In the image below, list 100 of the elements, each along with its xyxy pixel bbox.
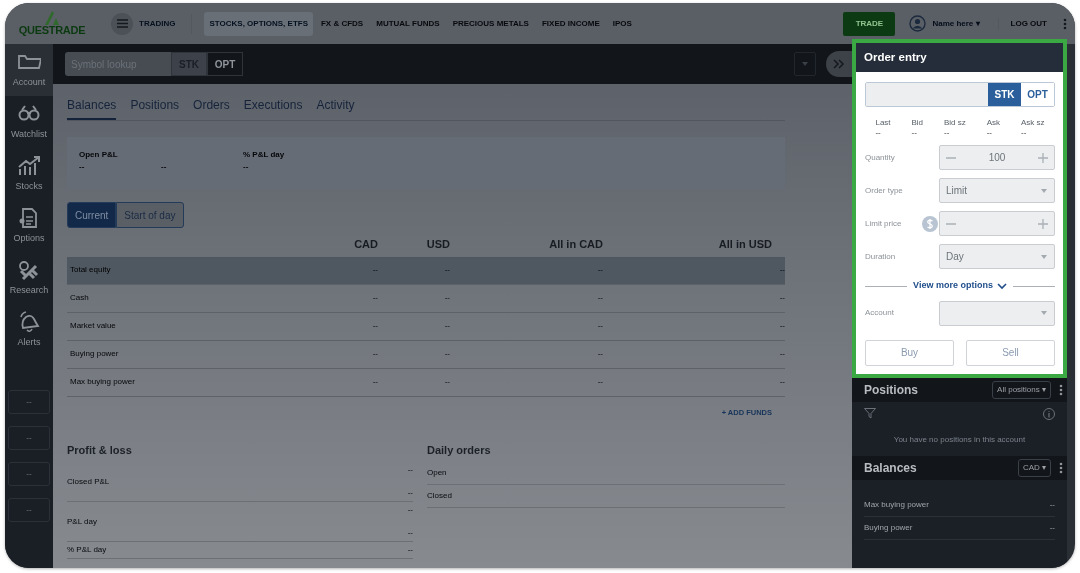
more-options-link[interactable]: View more options	[913, 279, 1007, 293]
table-cell: --	[307, 340, 378, 369]
table-cell: --	[603, 368, 785, 397]
nav-link[interactable]: PRECIOUS METALS	[447, 11, 534, 36]
collapse-button[interactable]	[826, 51, 852, 77]
stepper-field[interactable]: 100	[939, 145, 1055, 171]
caret-icon	[801, 61, 809, 67]
trade-button[interactable]: TRADE	[843, 11, 896, 36]
nav-link[interactable]: STOCKS, OPTIONS, ETFS	[204, 11, 313, 36]
info-icon[interactable]	[1043, 407, 1055, 420]
sidebar-item[interactable]: Watchlist	[5, 96, 53, 148]
user-menu[interactable]: Name here ▾	[932, 17, 980, 30]
sidebar-item[interactable]: Stocks	[5, 148, 53, 200]
order-button[interactable]: Sell	[966, 339, 1055, 366]
more-icon[interactable]	[1063, 17, 1067, 30]
symbol-field[interactable]: STK OPT	[865, 82, 1055, 108]
sidebar-tile[interactable]: --	[8, 462, 50, 486]
table-cell: --	[450, 284, 603, 313]
row-label: Buying power	[67, 340, 307, 369]
row-value: --	[407, 527, 413, 540]
type-toggle[interactable]: STK	[988, 83, 1021, 107]
summary-label: Open P&L	[79, 149, 119, 161]
tab[interactable]: Orders	[193, 94, 230, 120]
filter-icon[interactable]	[864, 407, 876, 419]
select-field[interactable]	[939, 300, 1055, 326]
table-cell: --	[603, 340, 785, 369]
field-label: Quantity	[865, 151, 896, 164]
menu-label: TRADING	[139, 17, 176, 30]
table-cell: --	[450, 368, 603, 397]
order-button[interactable]: Buy	[865, 339, 954, 366]
plus-icon	[1038, 152, 1048, 163]
sidebar-label: Watchlist	[10, 127, 48, 141]
chevrons-icon	[833, 59, 845, 69]
toggle-button[interactable]: Current	[67, 202, 117, 228]
logo-text: QUESTRADE	[18, 25, 86, 36]
table-cell: --	[378, 340, 450, 369]
caret-icon	[1040, 310, 1048, 317]
field-label: Limit price	[865, 217, 903, 230]
select-field[interactable]: Limit	[939, 178, 1055, 204]
sidebar-label: Account	[12, 75, 46, 89]
table-cell: --	[450, 256, 603, 285]
sidebar-label: Research	[9, 283, 49, 297]
row-label: Market value	[67, 312, 307, 341]
column-header: All in CAD	[548, 237, 603, 252]
bell-icon	[17, 310, 41, 333]
field-value: Day	[946, 250, 965, 265]
tab[interactable]: Balances	[67, 94, 117, 120]
tab[interactable]: Activity	[316, 94, 355, 120]
select-field[interactable]: Day	[939, 244, 1055, 270]
quote-value: --	[944, 129, 950, 138]
table-cell: --	[450, 312, 603, 341]
sidebar-item[interactable]: Research	[5, 252, 53, 304]
sidebar-item[interactable]: Account	[5, 44, 53, 96]
row-label: Cash	[67, 284, 307, 313]
nav-link[interactable]: FX & CFDS	[316, 11, 369, 36]
sidebar-item[interactable]: Alerts	[5, 304, 53, 356]
quote-label: Ask sz	[1020, 117, 1045, 130]
logout-link[interactable]: LOG OUT	[997, 17, 1047, 30]
nav-link[interactable]: MUTUAL FUNDS	[371, 11, 445, 36]
more-icon[interactable]	[1059, 383, 1063, 396]
filter-dropdown[interactable]: CAD ▾	[1017, 458, 1051, 477]
field-label: Order type	[865, 184, 904, 197]
table-cell: --	[450, 340, 603, 369]
row-label: Max buying power	[864, 498, 929, 511]
stepper-field[interactable]	[939, 211, 1055, 237]
section-title: Profit & loss	[67, 442, 133, 458]
table-cell: --	[378, 284, 450, 313]
field-label: Duration	[865, 250, 897, 263]
dollar-icon	[922, 215, 938, 232]
sidebar-label: Options	[13, 231, 45, 245]
tab[interactable]: Positions	[130, 94, 180, 120]
panel-title: Positions	[864, 381, 918, 399]
panel-title: Order entry	[856, 43, 1063, 73]
table-cell: --	[603, 284, 785, 313]
caret-icon	[1040, 253, 1048, 260]
row-label: Buying power	[864, 521, 913, 534]
row-label: % P&L day	[67, 544, 107, 557]
nav-link[interactable]: FIXED INCOME	[536, 11, 605, 36]
tab[interactable]: Executions	[243, 94, 303, 120]
sidebar-item[interactable]: Options	[5, 200, 53, 252]
plus-icon	[1038, 218, 1048, 229]
column-header: CAD	[353, 237, 378, 252]
more-icon[interactable]	[1059, 461, 1063, 474]
row-value: --	[407, 504, 413, 517]
user-icon[interactable]	[909, 15, 927, 32]
row-label: P&L day	[67, 515, 97, 528]
row-label: Closed	[427, 490, 452, 503]
menu-button[interactable]	[111, 12, 133, 35]
summary-value: --	[161, 161, 168, 173]
quote-label: Ask	[986, 117, 1001, 130]
sidebar-tile[interactable]: --	[8, 426, 50, 450]
nav-link[interactable]: IPOS	[607, 11, 637, 36]
table-cell: --	[378, 368, 450, 397]
filter-dropdown[interactable]: All positions ▾	[992, 380, 1051, 399]
summary-value: --	[79, 161, 86, 173]
type-toggle[interactable]: OPT	[207, 52, 243, 76]
sidebar-tile[interactable]: --	[8, 390, 50, 414]
row-value: --	[407, 544, 413, 557]
sidebar-tile[interactable]: --	[8, 498, 50, 522]
table-cell: --	[307, 312, 378, 341]
